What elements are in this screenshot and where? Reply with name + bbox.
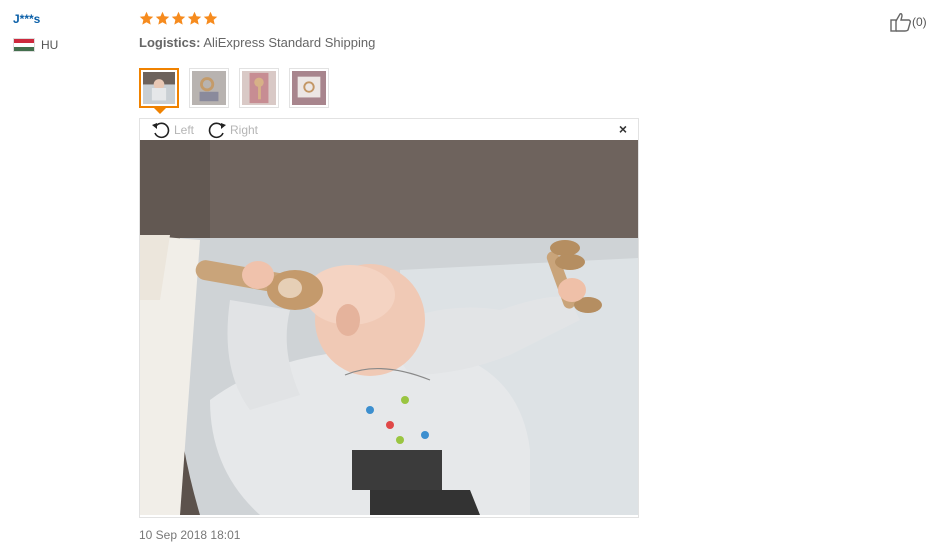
thumbs-up-icon: [890, 13, 912, 32]
star-icon: [187, 11, 202, 25]
star-icon: [139, 11, 154, 25]
teether-photo-thumbnail: [192, 71, 226, 105]
reviewer-country: HU: [13, 38, 58, 52]
rattle-photo-thumbnail: [242, 71, 276, 105]
logistics-info: Logistics: AliExpress Standard Shipping: [139, 35, 375, 50]
logistics-value: AliExpress Standard Shipping: [203, 35, 376, 50]
photo-thumbnail[interactable]: [289, 68, 329, 108]
rotate-left-label: Left: [174, 123, 195, 137]
country-code: HU: [41, 38, 59, 52]
photo-thumbnails: [139, 68, 329, 108]
close-viewer-button[interactable]: ×: [619, 122, 627, 136]
logistics-label: Logistics:: [139, 35, 201, 50]
photo-thumbnail[interactable]: [139, 68, 179, 108]
star-icon: [171, 11, 186, 25]
photo-viewer: Left Right ×: [139, 118, 639, 518]
helpful-count: (0): [912, 15, 927, 29]
hungary-flag-icon: [13, 38, 35, 52]
package-photo-thumbnail: [292, 71, 326, 105]
viewer-toolbar: Left Right ×: [140, 119, 638, 140]
rotate-right-icon: [208, 122, 226, 139]
photo-thumbnail[interactable]: [189, 68, 229, 108]
rotate-right-button[interactable]: Right: [207, 121, 258, 139]
reviewer-name[interactable]: J***s: [13, 12, 40, 26]
photo-thumbnail[interactable]: [239, 68, 279, 108]
rotate-right-label: Right: [230, 123, 259, 137]
baby-photo-thumbnail: [143, 72, 175, 104]
rotate-left-button[interactable]: Left: [151, 121, 194, 139]
star-rating: [139, 11, 218, 26]
review-photo: [140, 140, 638, 515]
star-icon: [155, 11, 170, 25]
active-thumbnail-pointer: [154, 108, 166, 114]
rotate-left-icon: [152, 122, 170, 139]
star-icon: [203, 11, 218, 25]
close-icon: ×: [618, 121, 627, 137]
review-date: 10 Sep 2018 18:01: [139, 528, 241, 542]
baby-with-teether-photo: [140, 140, 638, 515]
helpful-button[interactable]: (0): [890, 12, 927, 32]
